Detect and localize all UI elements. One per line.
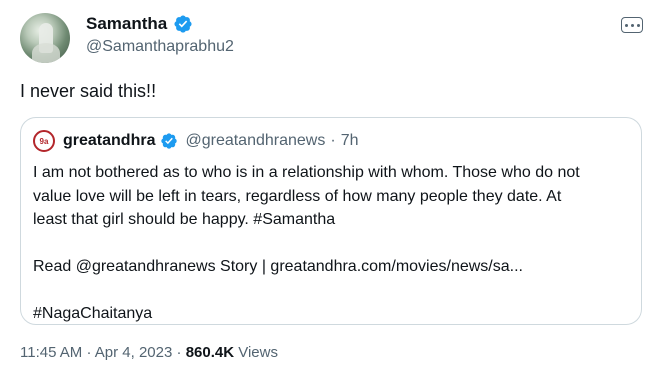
separator-dot: · <box>86 344 92 361</box>
quoted-avatar[interactable]: 9a <box>33 130 55 152</box>
quoted-text-line: Read @greatandhranews Story | greatandhr… <box>33 258 523 275</box>
author-name[interactable]: Samantha <box>86 13 167 35</box>
quoted-text-gap <box>33 279 633 303</box>
quoted-text-line: least that girl should be happy. #Samant… <box>33 211 336 228</box>
quoted-text: I am not bothered as to who is in a rela… <box>33 161 633 326</box>
more-options-icon[interactable] <box>621 17 643 33</box>
author-avatar[interactable] <box>20 13 70 63</box>
views-count[interactable]: 860.4K <box>186 344 234 361</box>
tweet-text: I never said this!! <box>20 81 157 101</box>
quoted-text-line: value love will be left in tears, regard… <box>33 187 562 205</box>
separator-dot: · <box>176 344 182 361</box>
verified-badge-icon <box>161 133 178 149</box>
quoted-handle[interactable]: @greatandhranews <box>185 132 325 150</box>
quoted-name[interactable]: greatandhra <box>63 132 155 150</box>
avatar-figure-base <box>32 43 60 63</box>
quoted-tweet[interactable]: 9a greatandhra @greatandhranews · 7h I a… <box>20 117 642 325</box>
views-label: Views <box>238 344 278 361</box>
quoted-text-gap <box>33 232 633 256</box>
tweet-time[interactable]: 11:45 AM <box>20 344 82 361</box>
quoted-header: 9a greatandhra @greatandhranews · 7h <box>33 130 358 152</box>
tweet-card: Samantha @Samanthaprabhu2 I never said t… <box>0 0 660 366</box>
tweet-date[interactable]: Apr 4, 2023 <box>95 344 173 361</box>
more-dot <box>636 23 640 27</box>
more-dot <box>630 23 634 27</box>
tweet-meta: 11:45 AM · Apr 4, 2023 · 860.4K Views <box>20 343 278 363</box>
separator-dot: · <box>330 132 336 149</box>
quoted-hashtag[interactable]: #NagaChaitanya <box>33 302 633 326</box>
author-name-row: Samantha <box>86 13 193 35</box>
quoted-text-line: I am not bothered as to who is in a rela… <box>33 164 580 181</box>
quoted-time[interactable]: 7h <box>341 132 359 150</box>
more-dot <box>624 23 628 27</box>
author-handle[interactable]: @Samanthaprabhu2 <box>86 37 234 57</box>
verified-badge-icon <box>174 15 192 33</box>
